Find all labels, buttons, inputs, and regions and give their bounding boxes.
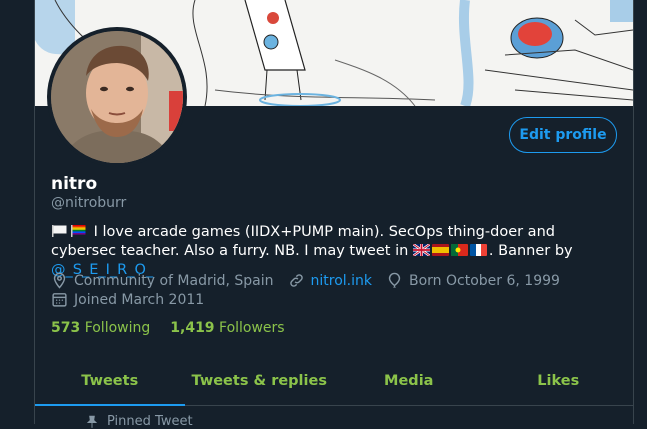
right-gutter	[634, 0, 647, 424]
france-flag-icon	[469, 244, 487, 256]
tab-media[interactable]: Media	[334, 356, 484, 405]
pinned-tweet-header: Pinned Tweet	[85, 414, 193, 429]
birthday-text: Born October 6, 1999	[409, 272, 560, 289]
profile-tabs: Tweets Tweets & replies Media Likes	[35, 356, 633, 406]
following-count: 573	[51, 320, 81, 336]
uk-flag-icon	[412, 244, 430, 256]
tab-tweets[interactable]: Tweets	[35, 356, 185, 406]
spain-flag-icon	[431, 244, 449, 256]
joined-item: Joined March 2011	[51, 291, 204, 308]
website-item: nitrol.ink	[288, 272, 372, 289]
bio-text-2: . Banner by	[488, 243, 573, 259]
portugal-flag-icon	[450, 244, 468, 256]
avatar[interactable]	[51, 31, 183, 163]
link-icon	[289, 274, 303, 287]
profile-meta-row-1: Community of Madrid, Spain nitrol.ink Bo…	[51, 272, 574, 289]
rainbow-flag-icon	[71, 225, 86, 237]
following-label: Following	[84, 320, 151, 336]
following-link[interactable]: 573 Following	[51, 320, 150, 336]
follow-stats: 573 Following 1,419 Followers	[51, 320, 305, 336]
birthday-item: Born October 6, 1999	[386, 272, 560, 289]
calendar-icon	[52, 293, 67, 307]
white-flag-icon	[52, 225, 67, 237]
left-gutter	[0, 0, 34, 424]
location-text: Community of Madrid, Spain	[74, 272, 274, 289]
followers-count: 1,419	[170, 320, 215, 336]
followers-link[interactable]: 1,419 Followers	[170, 320, 284, 336]
pinned-label: Pinned Tweet	[107, 414, 193, 429]
followers-label: Followers	[219, 320, 285, 336]
edit-profile-button[interactable]: Edit profile	[509, 117, 617, 153]
profile-handle: @nitroburr	[51, 195, 127, 211]
balloon-icon	[388, 272, 401, 288]
profile-name: nitro	[51, 174, 98, 194]
profile-meta-row-2: Joined March 2011	[51, 291, 218, 308]
tab-likes[interactable]: Likes	[484, 356, 634, 405]
joined-text: Joined March 2011	[74, 291, 205, 308]
pin-icon	[86, 415, 98, 428]
location-pin-icon	[53, 272, 66, 289]
avatar-photo	[51, 31, 183, 163]
profile-column: Edit profile nitro @nitroburr I love arc…	[34, 0, 634, 429]
tab-tweets-replies[interactable]: Tweets & replies	[185, 356, 335, 405]
website-link[interactable]: nitrol.ink	[311, 273, 372, 289]
location-item: Community of Madrid, Spain	[51, 272, 274, 289]
